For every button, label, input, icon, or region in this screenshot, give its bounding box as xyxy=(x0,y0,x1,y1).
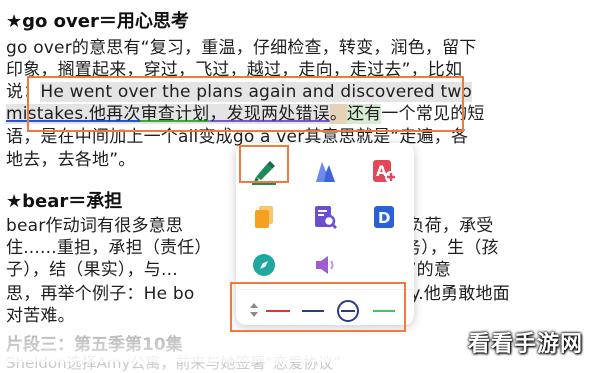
underlined-text[interactable]: 审查计划 xyxy=(140,104,210,124)
speaker-icon[interactable] xyxy=(305,247,345,283)
thickness-stepper[interactable] xyxy=(248,300,260,320)
color-red-option[interactable] xyxy=(266,310,290,312)
heading-bear: ★bear＝承担 xyxy=(6,191,123,212)
dictionary-icon[interactable]: D xyxy=(364,199,404,235)
svg-text:D: D xyxy=(378,209,390,227)
text-line: 印象，搁置起来，穿过，飞过，越过，走向，走过去”，比如 xyxy=(6,60,463,80)
text-line: 地去，去各地”。 xyxy=(6,150,136,170)
color-green-option[interactable] xyxy=(373,310,395,312)
wave-underline-icon[interactable] xyxy=(305,153,345,189)
watermark-logo: 看看手游网 xyxy=(468,332,584,357)
text-span: bear作动词有很多意思 xyxy=(6,216,184,236)
highlighter-pen-icon[interactable] xyxy=(244,153,284,189)
text-line: go over的意思有“复习，重温，仔细检查，转变，润色，留下 xyxy=(6,38,477,58)
highlighted-text[interactable]: 。 xyxy=(329,104,348,124)
highlighted-text[interactable]: 还有 xyxy=(347,104,382,124)
text-span: 思，再举个例子：He bo xyxy=(6,284,195,304)
add-text-icon[interactable]: A xyxy=(364,153,404,189)
search-doc-icon[interactable] xyxy=(305,199,345,235)
text-span: 住......重担，承担（责任） xyxy=(6,238,212,258)
underlined-text[interactable]: ，发现两处错误 xyxy=(209,104,330,124)
color-navy-selected-option[interactable] xyxy=(337,300,359,322)
highlighted-text[interactable]: He went over the plans again and discove… xyxy=(40,82,473,102)
highlighted-text[interactable]: mistakes.他再次 xyxy=(6,104,141,124)
copy-icon[interactable] xyxy=(244,199,284,235)
annotation-toolbar: A D xyxy=(236,143,414,325)
text-line: mistakes.他再次审查计划，发现两处错误。还有一个常见的短 xyxy=(6,104,485,124)
color-navy-option[interactable] xyxy=(302,310,324,312)
divider xyxy=(236,289,414,290)
text-span: 说： xyxy=(6,82,41,102)
text-span: 子），结（果实），与... xyxy=(6,260,178,280)
text-line: 对苦难。 xyxy=(6,306,75,326)
text-span: 一个常见的短 xyxy=(381,104,485,124)
compass-icon[interactable] xyxy=(244,247,284,283)
heading-go-over: ★go over＝用心思考 xyxy=(6,11,189,32)
text-line: Sheldon选择Amy公寓，前来与她签署“恋爱协议” xyxy=(6,354,341,372)
text-line: 说：He went over the plans again and disco… xyxy=(6,82,473,102)
